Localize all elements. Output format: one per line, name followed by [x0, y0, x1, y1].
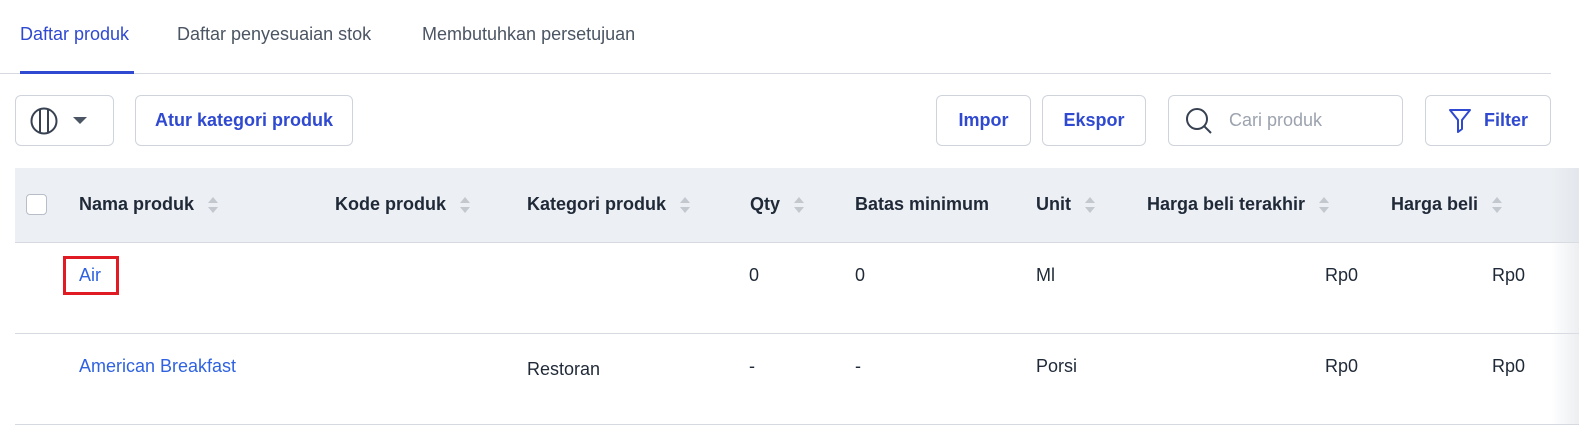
header-qty[interactable]: Qty: [750, 194, 805, 215]
header-nama-produk[interactable]: Nama produk: [79, 194, 219, 215]
header-kategori-produk[interactable]: Kategori produk: [527, 194, 691, 215]
product-unit: Porsi: [1036, 356, 1078, 376]
tab-daftar-penyesuaian-stok[interactable]: Daftar penyesuaian stok: [177, 24, 371, 45]
tab-membutuhkan-persetujuan[interactable]: Membutuhkan persetujuan: [422, 24, 635, 45]
product-min: -: [855, 356, 861, 376]
header-batas-minimum: Batas minimum: [855, 194, 990, 214]
filter-label: Filter: [1483, 110, 1528, 130]
export-button[interactable]: Ekspor: [1042, 95, 1146, 146]
tab-daftar-produk[interactable]: Daftar produk: [20, 24, 129, 45]
search-icon: [1185, 107, 1213, 135]
filter-button[interactable]: Filter: [1425, 95, 1551, 146]
product-min: 0: [855, 265, 866, 285]
tab-bar: Daftar produk Daftar penyesuaian stok Me…: [0, 0, 1551, 74]
column-settings-button[interactable]: [15, 95, 114, 146]
search-box[interactable]: [1168, 95, 1403, 146]
product-price: Rp0: [1491, 356, 1525, 376]
sort-icon[interactable]: [794, 196, 805, 214]
select-all-checkbox[interactable]: [26, 194, 47, 215]
table-row: Air 0 0 Ml Rp0 Rp0: [15, 243, 1579, 334]
product-price: Rp0: [1491, 265, 1525, 285]
sort-icon[interactable]: [1319, 196, 1330, 214]
product-unit: Ml: [1036, 265, 1055, 285]
product-category: Restoran: [527, 359, 601, 379]
product-last-price: Rp0: [1324, 356, 1358, 376]
product-last-price: Rp0: [1324, 265, 1358, 285]
columns-icon: [30, 107, 58, 135]
import-button[interactable]: Impor: [936, 95, 1031, 146]
chevron-down-icon: [72, 116, 88, 126]
sort-icon[interactable]: [1085, 196, 1095, 214]
product-name-link[interactable]: American Breakfast: [79, 356, 236, 377]
filter-icon: [1448, 108, 1472, 134]
sort-icon[interactable]: [208, 196, 219, 214]
product-qty: -: [749, 356, 755, 376]
table-row: American Breakfast Restoran - - Porsi Rp…: [15, 334, 1579, 425]
category-settings-button[interactable]: Atur kategori produk: [135, 95, 353, 146]
header-harga-beli[interactable]: Harga beli: [1391, 194, 1503, 215]
sort-icon[interactable]: [460, 196, 470, 214]
header-unit[interactable]: Unit: [1036, 194, 1095, 215]
header-kode-produk[interactable]: Kode produk: [335, 194, 470, 215]
header-harga-beli-terakhir[interactable]: Harga beli terakhir: [1147, 194, 1330, 215]
search-input[interactable]: [1227, 109, 1397, 132]
highlight-box: [63, 256, 119, 295]
sort-icon[interactable]: [1492, 196, 1503, 214]
table-header: Nama produk Kode produk Kategori produk …: [15, 168, 1579, 243]
active-tab-indicator: [20, 71, 134, 74]
sort-icon[interactable]: [680, 196, 691, 214]
product-qty: 0: [749, 265, 760, 285]
